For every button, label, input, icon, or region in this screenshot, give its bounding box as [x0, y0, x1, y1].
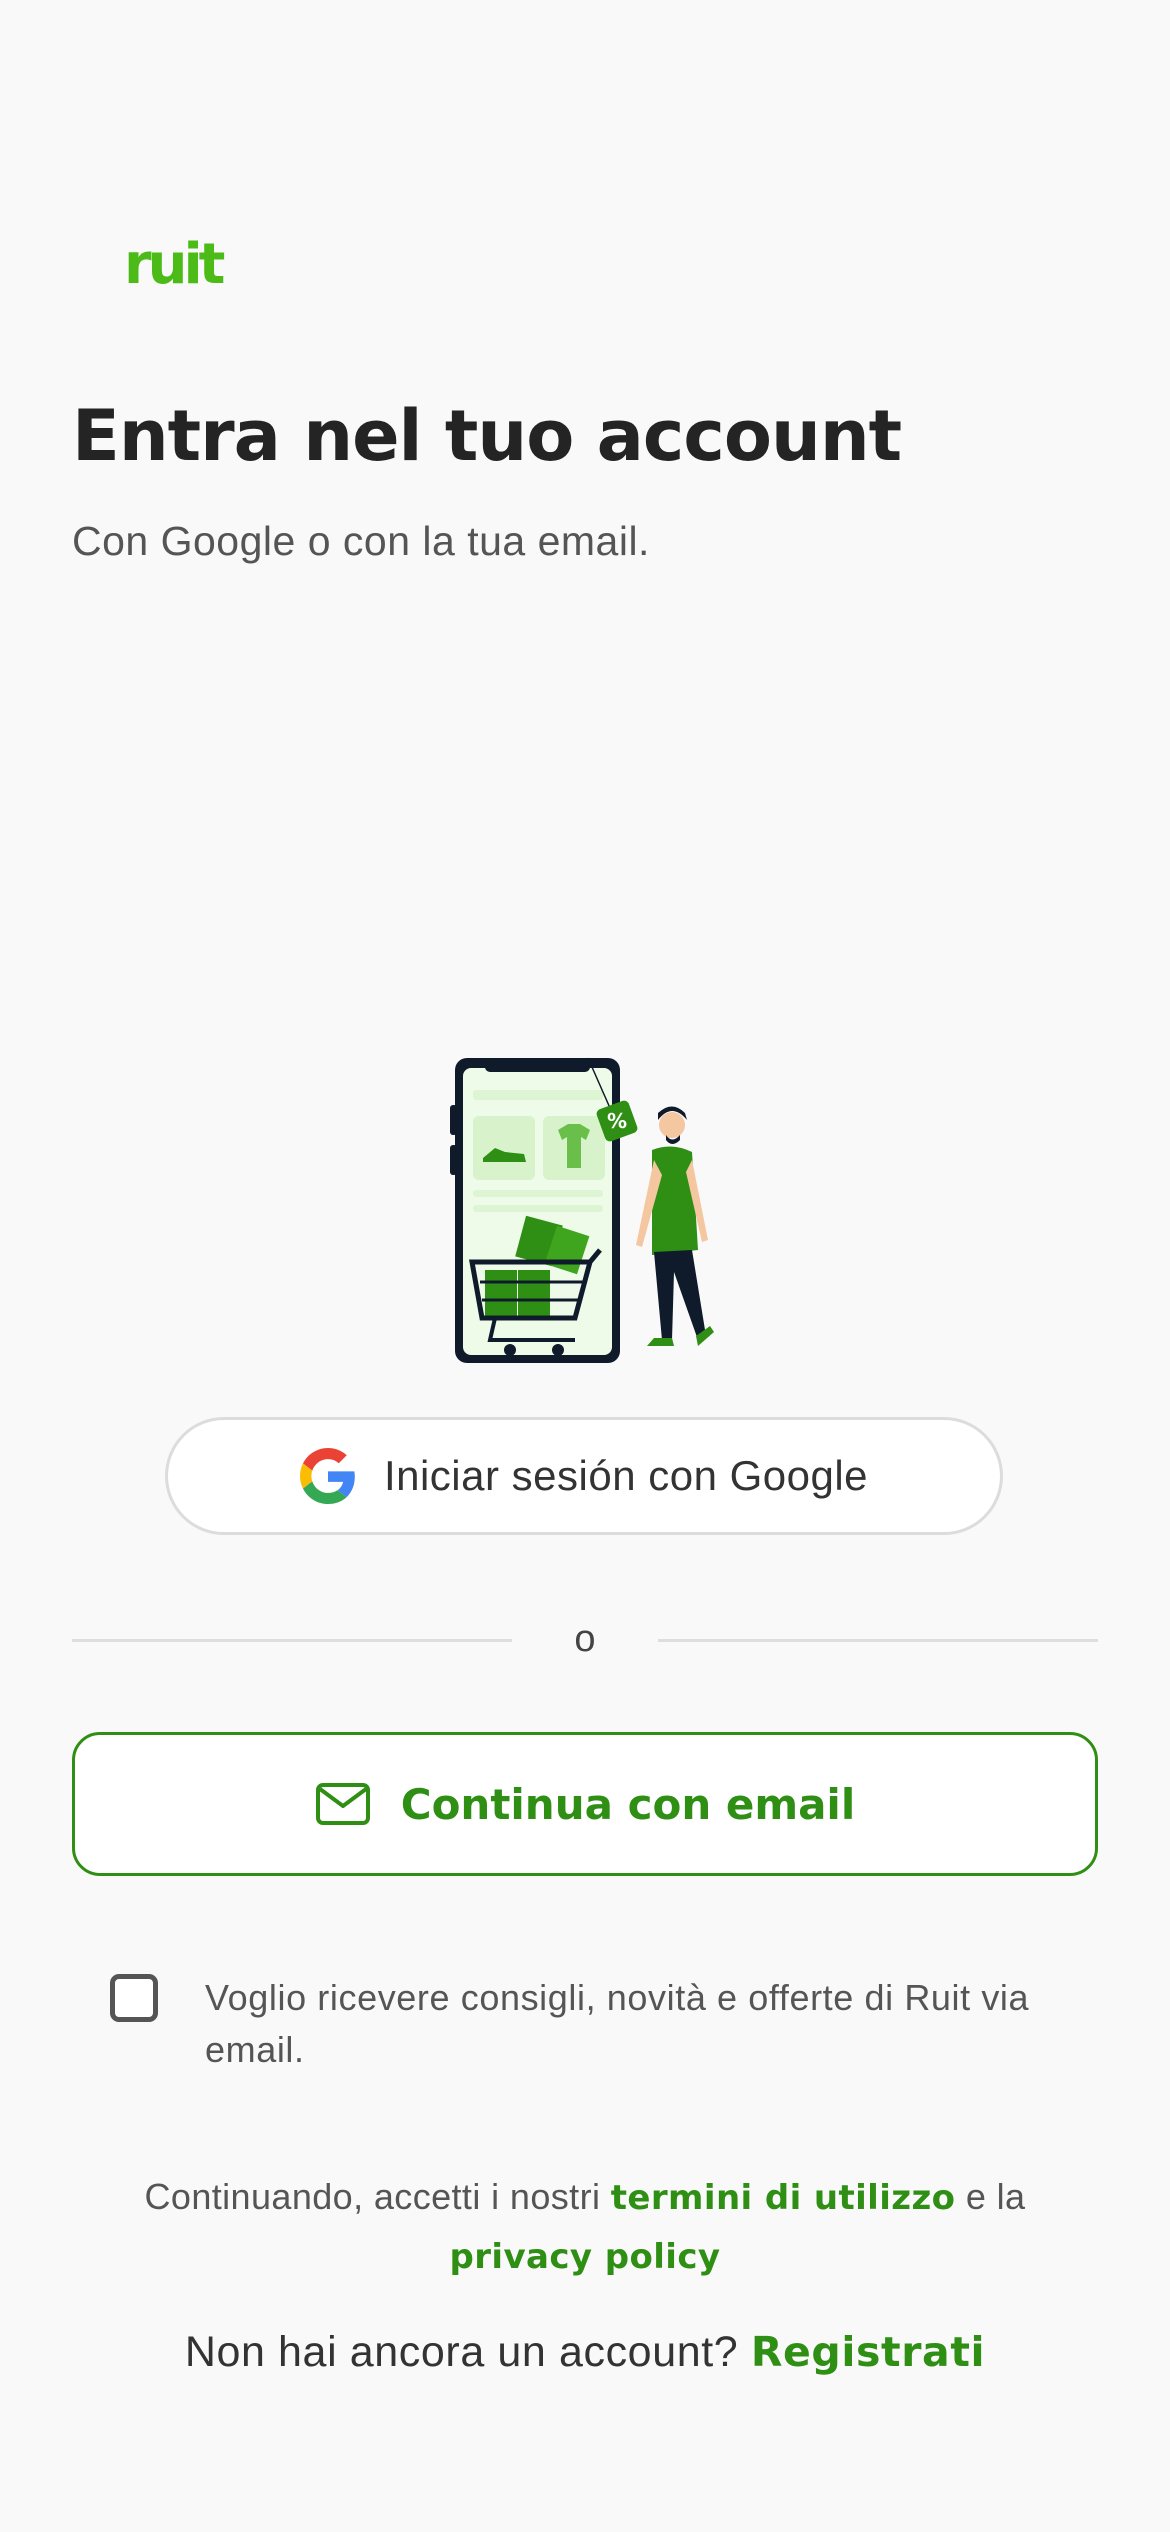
newsletter-checkbox[interactable] [110, 1974, 158, 2022]
or-divider: o [72, 1618, 1098, 1668]
legal-middle: e la [955, 2176, 1026, 2217]
register-link[interactable]: Registrati [751, 2328, 985, 2376]
email-button-label: Continua con email [400, 1779, 856, 1829]
google-button-label: Iniciar sesión con Google [383, 1452, 869, 1499]
register-prompt: Non hai ancora un account? Registrati [0, 2328, 1170, 2377]
svg-text:%: % [607, 1109, 627, 1133]
google-logo-icon [299, 1448, 355, 1504]
divider-line-right [658, 1639, 1098, 1642]
register-text: Non hai ancora un account? [184, 2328, 751, 2376]
privacy-policy-link[interactable]: privacy policy [450, 2237, 721, 2277]
newsletter-label: Voglio ricevere consigli, novità e offer… [205, 1977, 1030, 2070]
legal-notice: Continuando, accetti i nostri termini di… [72, 2168, 1098, 2286]
continue-with-email-button[interactable]: Continua con email [72, 1732, 1098, 1876]
mail-icon [315, 1783, 370, 1825]
terms-link[interactable]: termini di utilizzo [611, 2178, 956, 2218]
google-sign-in-button[interactable]: Iniciar sesión con Google [165, 1417, 1003, 1535]
page-subtitle: Con Google o con la tua email. [72, 518, 650, 564]
page-title: Entra nel tuo account [72, 395, 902, 477]
legal-prefix: Continuando, accetti i nostri [144, 2176, 611, 2217]
ruit-logo: ruit [124, 232, 225, 297]
shopping-illustration: % [450, 1057, 714, 1363]
